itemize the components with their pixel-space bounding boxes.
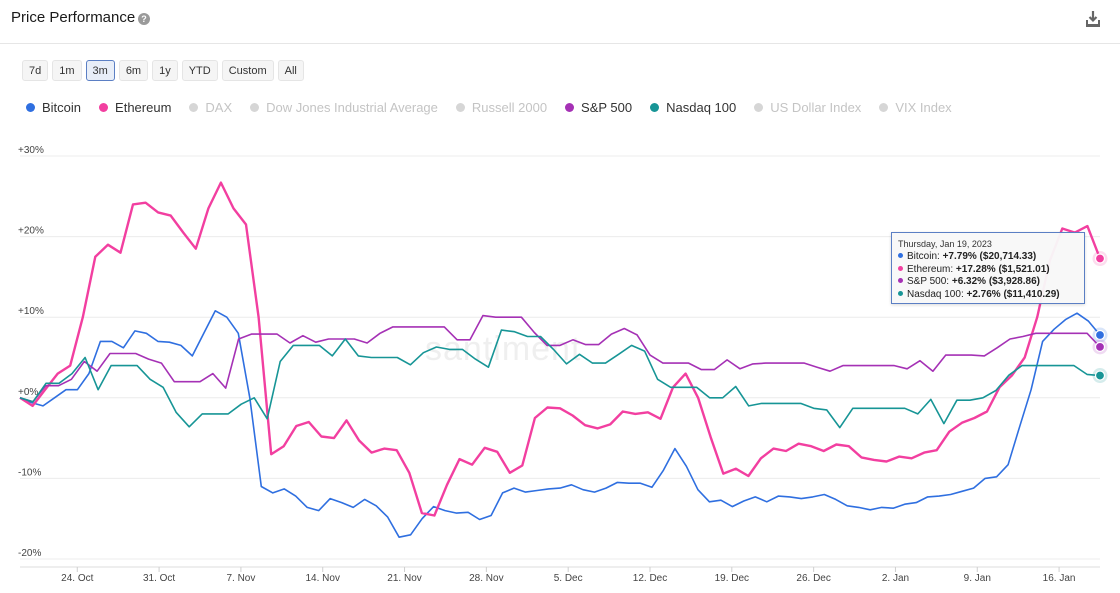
legend-label: Ethereum — [115, 100, 172, 115]
legend-item-us-dollar-index[interactable]: US Dollar Index — [754, 100, 861, 115]
y-tick-label: -20% — [18, 548, 41, 559]
x-tick-label: 24. Oct — [61, 573, 93, 584]
x-tick-label: 9. Jan — [964, 573, 991, 584]
bullet-icon — [898, 253, 903, 258]
y-tick-label: +0% — [18, 387, 38, 398]
chart-tooltip: Thursday, Jan 19, 2023 Bitcoin: +7.79% (… — [891, 232, 1085, 304]
legend-dot-icon — [99, 103, 109, 112]
tooltip-row-bitcoin: Bitcoin: +7.79% ($20,714.33) — [898, 251, 1078, 264]
x-tick-label: 31. Oct — [143, 573, 175, 584]
y-tick-label: +10% — [18, 306, 44, 317]
tooltip-row-ethereum: Ethereum: +17.28% ($1,521.01) — [898, 264, 1078, 277]
legend-dot-icon — [26, 103, 35, 112]
series-line-s-p-500 — [19, 314, 1101, 403]
tooltip-series-value: +17.28% ($1,521.01) — [955, 263, 1050, 275]
x-tick-label: 7. Nov — [226, 573, 255, 584]
range-all-button[interactable]: All — [277, 60, 304, 81]
header-bar: Price Performance ? — [0, 0, 1120, 44]
legend-dot-icon — [650, 103, 660, 112]
legend-label: DAX — [205, 100, 233, 115]
x-tick-label: 28. Nov — [469, 573, 503, 584]
tooltip-row-sp500: S&P 500: +6.32% ($3,928.86) — [898, 276, 1078, 289]
y-tick-label: -10% — [18, 467, 41, 478]
tooltip-series-value: +2.76% ($11,410.29) — [966, 288, 1060, 300]
legend-item-bitcoin[interactable]: Bitcoin — [26, 100, 81, 115]
range-ytd-button[interactable]: YTD — [181, 60, 218, 81]
legend-label: S&P 500 — [581, 100, 633, 115]
legend-dot-icon — [879, 103, 889, 112]
tooltip-series-name: Ethereum — [907, 263, 951, 275]
legend-item-sp500[interactable]: S&P 500 — [565, 100, 632, 115]
tooltip-series-value: +7.79% ($20,714.33) — [942, 251, 1037, 262]
help-icon[interactable]: ? — [138, 13, 150, 25]
page-title: Price Performance — [11, 9, 136, 26]
tooltip-series-value: +6.32% ($3,928.86) — [951, 276, 1040, 287]
legend-dot-icon — [455, 103, 465, 112]
legend-item-vix-index[interactable]: VIX Index — [879, 100, 952, 115]
bullet-icon — [898, 265, 903, 271]
marker-point-bitcoin — [1094, 329, 1106, 341]
range-1m-button[interactable]: 1m — [52, 60, 82, 81]
legend-dot-icon — [754, 103, 764, 112]
x-tick-label: 5. Dec — [554, 573, 583, 584]
x-tick-label: 26. Dec — [796, 573, 830, 584]
y-tick-label: +30% — [18, 145, 44, 156]
x-tick-label: 16. Jan — [1043, 573, 1076, 584]
range-6m-button[interactable]: 6m — [118, 60, 149, 81]
tooltip-series-name: Bitcoin — [907, 251, 938, 262]
legend-label: Russell 2000 — [471, 100, 548, 115]
bullet-icon — [898, 278, 903, 283]
legend-item-russell-2000[interactable]: Russell 2000 — [455, 100, 548, 115]
legend-item-nasdaq-100[interactable]: Nasdaq 100 — [650, 100, 736, 115]
legend-dot-icon — [565, 103, 575, 112]
legend-label: VIX Index — [895, 100, 952, 115]
range-7d-button[interactable]: 7d — [22, 60, 49, 81]
x-tick-label: 21. Nov — [387, 573, 421, 584]
marker-point-nasdaq-100 — [1094, 370, 1106, 381]
price-chart[interactable]: +30% +20% +10% +0% -10% -20% 24. Oct 31. Oct 7. … — [0, 140, 1120, 593]
marker-point-ethereum — [1094, 253, 1106, 264]
tooltip-row-nasdaq-100: Nasdaq 100: +2.76% ($11,410.29) — [898, 289, 1078, 302]
tooltip-date: Thursday, Jan 19, 2023 — [898, 239, 992, 249]
range-3m-button[interactable]: 3m — [85, 60, 115, 81]
tooltip-series-name: Nasdaq 100 — [907, 288, 961, 300]
legend-item-ethereum[interactable]: Ethereum — [99, 100, 171, 115]
x-tick-label: 19. Dec — [715, 573, 749, 584]
x-tick-label: 12. Dec — [633, 573, 667, 584]
range-selector: 7d 1m 3m 6m 1y YTD Custom All — [22, 60, 304, 81]
download-icon[interactable] — [1085, 10, 1101, 28]
x-tick-label: 14. Nov — [305, 573, 339, 584]
legend-label: US Dollar Index — [770, 100, 862, 115]
legend-dot-icon — [250, 103, 260, 112]
legend-label: Dow Jones Industrial Average — [266, 100, 438, 115]
legend-item-dow-jones[interactable]: Dow Jones Industrial Average — [250, 100, 438, 115]
y-tick-label: +20% — [18, 226, 44, 237]
bullet-icon — [898, 290, 903, 296]
chart-legend: Bitcoin Ethereum DAX Dow Jones Industria… — [26, 100, 952, 115]
legend-item-dax[interactable]: DAX — [189, 100, 232, 115]
legend-label: Nasdaq 100 — [666, 100, 737, 115]
legend-label: Bitcoin — [42, 100, 82, 115]
x-tick-label: 2. Jan — [882, 573, 909, 584]
range-1y-button[interactable]: 1y — [152, 60, 178, 81]
legend-dot-icon — [189, 103, 199, 112]
range-custom-button[interactable]: Custom — [221, 60, 274, 81]
marker-point-s-p-500 — [1094, 341, 1106, 352]
tooltip-series-name: S&P 500 — [907, 276, 947, 287]
